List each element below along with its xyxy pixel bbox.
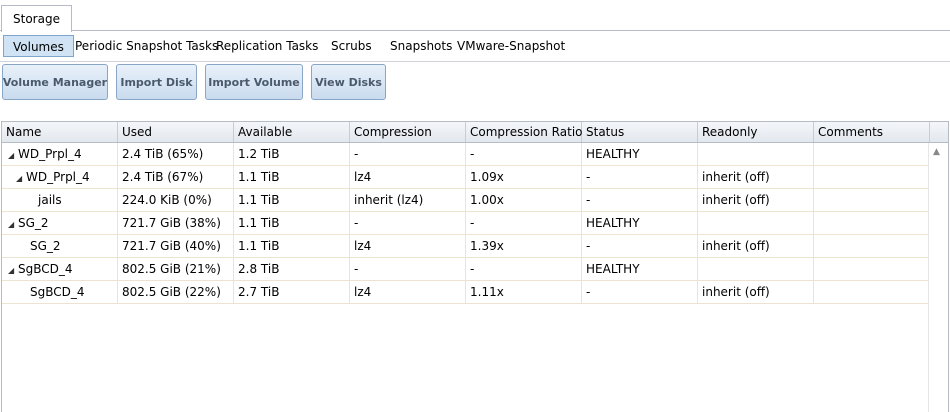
cell-name: SG_2 xyxy=(2,235,118,257)
cell-available: 1.1 TiB xyxy=(234,212,350,234)
cell-used: 721.7 GiB (38%) xyxy=(118,212,234,234)
subtab-snapshots[interactable]: Snapshots xyxy=(390,35,452,57)
cell-used: 2.4 TiB (65%) xyxy=(118,143,234,165)
import-disk-button[interactable]: Import Disk xyxy=(116,64,197,100)
column-header-name[interactable]: Name xyxy=(2,122,118,142)
column-header-comments[interactable]: Comments xyxy=(814,122,930,142)
table-row[interactable]: ◢ SG_2 721.7 GiB (38%) 1.1 TiB - - HEALTH… xyxy=(2,212,930,235)
cell-status: HEALTHY xyxy=(582,212,698,234)
name-text: WD_Prpl_4 xyxy=(18,147,82,161)
cell-status: - xyxy=(582,166,698,188)
subtab-volumes[interactable]: Volumes xyxy=(3,35,74,57)
table-row[interactable]: ◢ WD_Prpl_4 2.4 TiB (67%) 1.1 TiB lz4 1.0… xyxy=(2,166,930,189)
cell-compression-ratio: - xyxy=(466,143,582,165)
cell-comments xyxy=(814,212,930,234)
cell-compression: lz4 xyxy=(350,235,466,257)
cell-comments xyxy=(814,258,930,280)
cell-available: 2.8 TiB xyxy=(234,258,350,280)
cell-compression-ratio: 1.00x xyxy=(466,189,582,211)
cell-compression: lz4 xyxy=(350,166,466,188)
cell-status: HEALTHY xyxy=(582,258,698,280)
triangle-down-icon[interactable]: ◢ xyxy=(16,168,26,188)
cell-compression: - xyxy=(350,143,466,165)
toolbar-separator xyxy=(0,61,950,62)
triangle-down-icon[interactable]: ◢ xyxy=(8,260,18,280)
top-tabbar: Storage xyxy=(0,0,950,32)
cell-available: 1.1 TiB xyxy=(234,235,350,257)
cell-comments xyxy=(814,189,930,211)
cell-comments xyxy=(814,166,930,188)
cell-compression: - xyxy=(350,212,466,234)
cell-available: 1.1 TiB xyxy=(234,189,350,211)
volume-manager-button[interactable]: Volume Manager xyxy=(2,64,108,100)
cell-status: HEALTHY xyxy=(582,143,698,165)
grid-header: Name Used Available Compression Compress… xyxy=(2,122,948,143)
cell-compression-ratio: 1.11x xyxy=(466,281,582,303)
column-header-available[interactable]: Available xyxy=(234,122,350,142)
cell-status: - xyxy=(582,281,698,303)
cell-compression-ratio: 1.09x xyxy=(466,166,582,188)
subtab-periodic-snapshot-tasks[interactable]: Periodic Snapshot Tasks xyxy=(75,35,218,57)
table-row[interactable]: ◢ SgBCD_4 802.5 GiB (21%) 2.8 TiB - - HEA… xyxy=(2,258,930,281)
cell-readonly: inherit (off) xyxy=(698,235,814,257)
vertical-scrollbar[interactable]: ▲ xyxy=(928,143,948,412)
cell-used: 2.4 TiB (67%) xyxy=(118,166,234,188)
triangle-down-icon[interactable]: ◢ xyxy=(8,145,18,165)
cell-compression: lz4 xyxy=(350,281,466,303)
cell-name: ◢ WD_Prpl_4 xyxy=(2,166,118,188)
cell-comments xyxy=(814,281,930,303)
cell-available: 2.7 TiB xyxy=(234,281,350,303)
table-row[interactable]: SG_2 721.7 GiB (40%) 1.1 TiB lz4 1.39x -… xyxy=(2,235,930,258)
cell-compression: inherit (lz4) xyxy=(350,189,466,211)
cell-comments xyxy=(814,143,930,165)
cell-comments xyxy=(814,235,930,257)
cell-readonly xyxy=(698,143,814,165)
cell-readonly: inherit (off) xyxy=(698,281,814,303)
cell-readonly: inherit (off) xyxy=(698,166,814,188)
column-header-compression[interactable]: Compression xyxy=(350,122,466,142)
table-row[interactable]: jails 224.0 KiB (0%) 1.1 TiB inherit (lz… xyxy=(2,189,930,212)
tab-storage[interactable]: Storage xyxy=(1,5,72,32)
column-header-used[interactable]: Used xyxy=(118,122,234,142)
cell-compression: - xyxy=(350,258,466,280)
view-disks-button[interactable]: View Disks xyxy=(311,64,386,100)
cell-name: SgBCD_4 xyxy=(2,281,118,303)
table-row[interactable]: SgBCD_4 802.5 GiB (22%) 2.7 TiB lz4 1.11… xyxy=(2,281,930,304)
subtab-bar: Volumes Periodic Snapshot Tasks Replicat… xyxy=(0,33,950,59)
cell-used: 721.7 GiB (40%) xyxy=(118,235,234,257)
cell-compression-ratio: 1.39x xyxy=(466,235,582,257)
column-header-readonly[interactable]: Readonly xyxy=(698,122,814,142)
cell-name: ◢ SgBCD_4 xyxy=(2,258,118,280)
cell-readonly: inherit (off) xyxy=(698,189,814,211)
cell-available: 1.2 TiB xyxy=(234,143,350,165)
triangle-down-icon[interactable]: ◢ xyxy=(8,214,18,234)
subtab-vmware-snapshot[interactable]: VMware-Snapshot xyxy=(457,35,565,57)
cell-used: 802.5 GiB (22%) xyxy=(118,281,234,303)
cell-name: ◢ SG_2 xyxy=(2,212,118,234)
name-text: WD_Prpl_4 xyxy=(26,170,90,184)
table-row[interactable]: ◢ WD_Prpl_4 2.4 TiB (65%) 1.2 TiB - - HEA… xyxy=(2,143,930,166)
cell-readonly xyxy=(698,258,814,280)
cell-name: ◢ WD_Prpl_4 xyxy=(2,143,118,165)
volumes-grid: Name Used Available Compression Compress… xyxy=(1,121,949,412)
scroll-up-arrow-icon[interactable]: ▲ xyxy=(933,147,940,157)
cell-used: 224.0 KiB (0%) xyxy=(118,189,234,211)
cell-available: 1.1 TiB xyxy=(234,166,350,188)
cell-readonly xyxy=(698,212,814,234)
cell-status: - xyxy=(582,189,698,211)
subtab-scrubs[interactable]: Scrubs xyxy=(331,35,372,57)
cell-compression-ratio: - xyxy=(466,258,582,280)
cell-compression-ratio: - xyxy=(466,212,582,234)
subtab-replication-tasks[interactable]: Replication Tasks xyxy=(216,35,318,57)
cell-used: 802.5 GiB (21%) xyxy=(118,258,234,280)
cell-name: jails xyxy=(2,189,118,211)
column-header-status[interactable]: Status xyxy=(582,122,698,142)
column-header-compression-ratio[interactable]: Compression Ratio xyxy=(466,122,583,142)
name-text: SG_2 xyxy=(18,216,49,230)
cell-status: - xyxy=(582,235,698,257)
import-volume-button[interactable]: Import Volume xyxy=(205,64,303,100)
name-text: SgBCD_4 xyxy=(18,262,73,276)
